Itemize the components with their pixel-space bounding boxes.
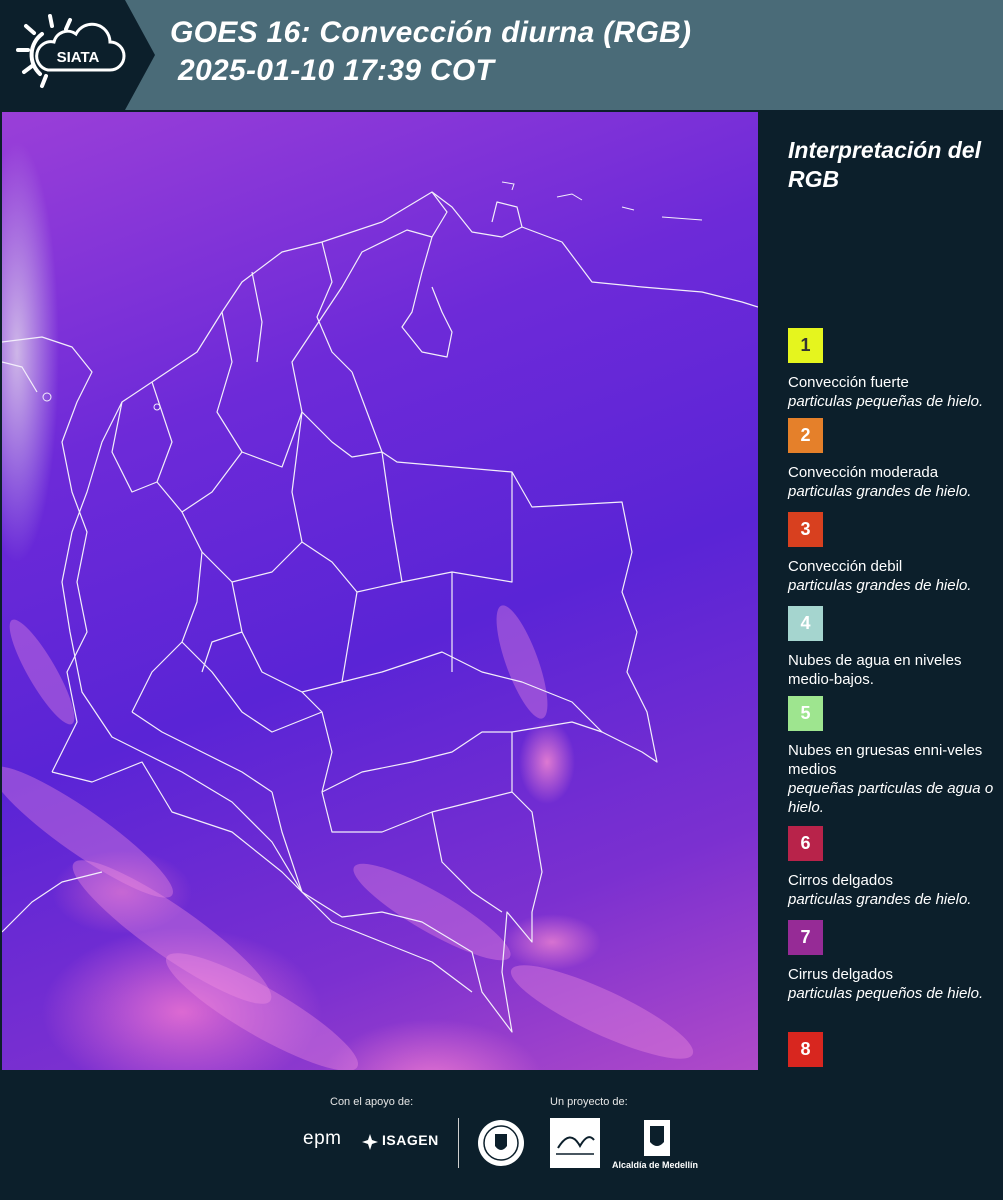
isagen-logo: ISAGEN	[382, 1132, 439, 1148]
footer-divider	[458, 1118, 459, 1168]
legend-title: Interpretación del RGB	[788, 137, 981, 192]
legend-swatch: 8	[788, 1032, 823, 1067]
legend-item-name: Nubes en gruesas enni-veles medios	[788, 742, 983, 778]
title-line-2: 2025-01-10 17:39 COT	[178, 54, 495, 87]
legend-swatch: 2	[788, 418, 823, 453]
legend-swatch: 5	[788, 696, 823, 731]
legend-item-name: Nubes de agua en niveles medio-bajos.	[788, 652, 962, 688]
legend-item-name: Convección fuerte	[788, 374, 909, 391]
islands	[42, 181, 703, 411]
header: SIATA GOES 16: Convección diurna (RGB) 2…	[0, 0, 1003, 110]
page-title: GOES 16: Convección diurna (RGB) 2025-01…	[170, 14, 691, 90]
legend-item-name: Convección moderada	[788, 464, 939, 481]
legend-item-description: particulas grandes de hielo.	[788, 577, 972, 594]
legend-item-name: Cirrus delgados	[788, 966, 894, 983]
project-label: Un proyecto de:	[550, 1096, 628, 1108]
legend-item-5: 5 Nubes en gruesas enni-veles medios peque…	[788, 696, 998, 817]
legend-swatch: 6	[788, 826, 823, 861]
svg-text:SIATA: SIATA	[57, 49, 100, 66]
medellin-seal-icon	[478, 1120, 524, 1166]
colombia-boundaries	[2, 181, 758, 1070]
footer: Con el apoyo de: Un proyecto de: epm ISA…	[0, 1070, 1003, 1200]
rgb-legend: Interpretación del RGB 1 Convección fuert…	[760, 112, 1003, 1114]
legend-item-7: 7 Cirrus delgados particulas pequeños de h…	[788, 920, 998, 1003]
support-label: Con el apoyo de:	[330, 1096, 414, 1108]
legend-swatch: 4	[788, 606, 823, 641]
area-metropolitana-logo-icon	[550, 1118, 600, 1168]
legend-item-description: pequeñas particulas de agua o hielo.	[788, 780, 994, 816]
satellite-map[interactable]	[2, 112, 758, 1070]
legend-item-description: particulas pequeños de hielo.	[788, 985, 984, 1002]
legend-item-name: Cirros delgados	[788, 872, 894, 889]
legend-item-description: particulas grandes de hielo.	[788, 891, 972, 908]
cloud-streaks	[2, 605, 694, 1070]
epm-logo: epm	[303, 1128, 342, 1149]
sun-cloud-logo-icon: SIATA	[16, 14, 126, 88]
alcaldia-shield-icon	[644, 1120, 670, 1156]
siata-logo: SIATA	[0, 0, 155, 110]
legend-item-description: particulas grandes de hielo.	[788, 483, 972, 500]
legend-item-6: 6 Cirros delgados particulas grandes de hi…	[788, 826, 998, 909]
title-line-1: GOES 16: Convección diurna (RGB)	[170, 16, 692, 49]
legend-item-3: 3 Convección debil particulas grandes de h…	[788, 512, 998, 595]
isagen-logo-icon	[362, 1134, 378, 1150]
legend-swatch: 7	[788, 920, 823, 955]
legend-item-name: Convección debil	[788, 558, 903, 575]
legend-item-2: 2 Convección moderada particulas grandes d…	[788, 418, 998, 501]
alcaldia-label: Alcaldía de Medellín	[612, 1160, 699, 1170]
legend-item-1: 1 Convección fuerte particulas pequeñas de…	[788, 328, 998, 411]
legend-item-4: 4 Nubes de agua en niveles medio-bajos.	[788, 606, 998, 689]
legend-item-description: particulas pequeñas de hielo.	[788, 393, 984, 410]
legend-swatch: 3	[788, 512, 823, 547]
legend-swatch: 1	[788, 328, 823, 363]
